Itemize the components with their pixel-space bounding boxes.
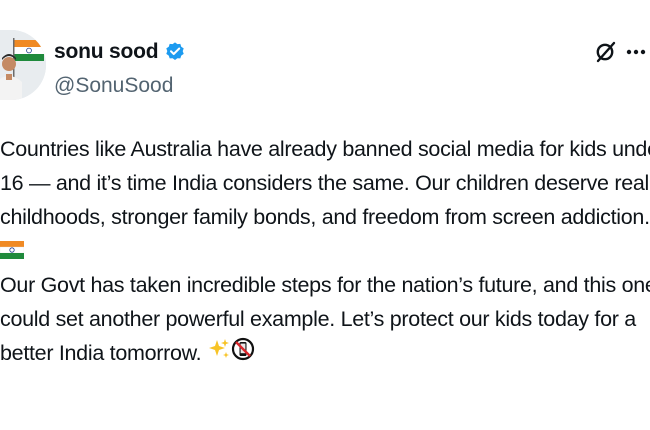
india-flag-icon — [0, 235, 25, 269]
user-handle[interactable]: @SonuSood — [54, 74, 173, 98]
flag-line — [0, 234, 650, 268]
post-text: Countries like Australia have already ba… — [0, 132, 650, 370]
avatar-image — [0, 30, 46, 100]
post-card: sonu sood @SonuSood Countries like Austr… — [0, 0, 650, 430]
avatar[interactable] — [0, 30, 46, 100]
grok-icon[interactable] — [594, 40, 618, 64]
name-row: sonu sood — [54, 38, 186, 66]
sparkles-icon — [207, 337, 231, 371]
post-text-last-line: better India tomorrow. — [0, 336, 650, 370]
post-text-line: Our Govt has taken incredible steps for … — [0, 273, 650, 297]
more-options-icon[interactable] — [624, 40, 648, 64]
no-mobile-phones-icon — [231, 337, 255, 371]
display-name[interactable]: sonu sood — [54, 40, 159, 64]
post-text-line: childhoods, stronger family bonds, and f… — [0, 205, 650, 229]
post-text-line: 16 — and it’s time India considers the s… — [0, 171, 650, 195]
post-text-line: Countries like Australia have already ba… — [0, 137, 650, 161]
post-text-line: could set another powerful example. Let’… — [0, 307, 636, 331]
verified-badge-icon — [164, 41, 186, 63]
post-text-line: better India tomorrow. — [0, 341, 202, 365]
post-header: sonu sood @SonuSood — [0, 30, 650, 106]
